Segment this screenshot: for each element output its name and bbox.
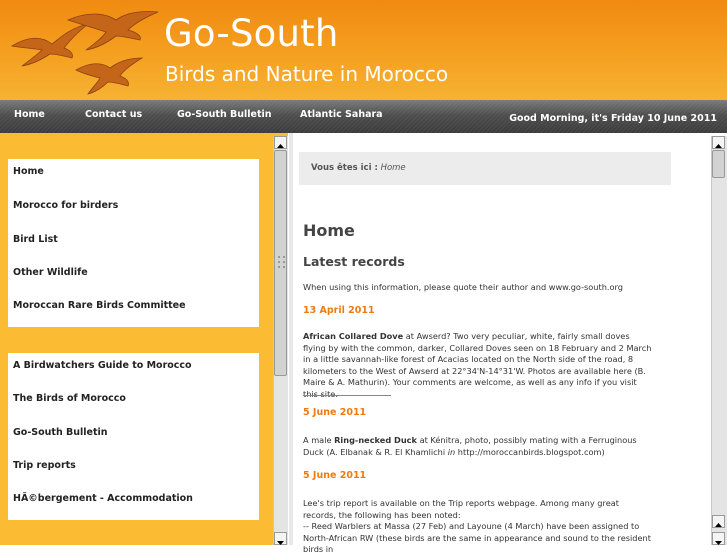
intro-text: When using this information, please quot… xyxy=(303,282,623,292)
sidebar-item-morocco-for-birders[interactable]: Morocco for birders xyxy=(13,200,118,211)
record-text: A male Ring-necked Duck at Kénitra, phot… xyxy=(303,435,653,458)
breadcrumb-label: Vous êtes ici : xyxy=(311,163,378,173)
sidebar-item-birds-of-morocco[interactable]: The Birds of Morocco xyxy=(13,393,126,404)
nav-contact-link[interactable]: Contact us xyxy=(85,109,142,120)
flying-birds-logo[interactable] xyxy=(8,6,178,96)
breadcrumb: Vous êtes ici : Home xyxy=(311,163,406,173)
breadcrumb-current-page[interactable]: Home xyxy=(381,163,406,173)
sidebar-frame: Home Morocco for birders Bird List Other… xyxy=(0,133,288,545)
nav-atlantic-sahara-link[interactable]: Atlantic Sahara xyxy=(300,109,383,120)
scroll-up-button[interactable] xyxy=(712,136,725,149)
scroll-down-button[interactable] xyxy=(274,532,287,545)
nav-home-link[interactable]: Home xyxy=(14,109,45,120)
record-date: 5 June 2011 xyxy=(303,470,367,481)
grip-icon xyxy=(278,256,285,268)
sidebar-item-trip-reports[interactable]: Trip reports xyxy=(13,460,76,471)
main-nav-bar: Home Contact us Go-South Bulletin Atlant… xyxy=(0,100,727,133)
sidebar-item-rare-birds-committee[interactable]: Moroccan Rare Birds Committee xyxy=(13,300,186,311)
record-link[interactable]: http://moroccanbirds.blogspot.com) xyxy=(455,447,605,457)
record-text: African Collared Dove at Awserd? Two ver… xyxy=(303,331,653,401)
sidebar-item-bird-list[interactable]: Bird List xyxy=(13,234,58,245)
divider xyxy=(303,395,391,396)
arrow-up-icon xyxy=(715,523,722,527)
scroll-up-button[interactable] xyxy=(712,515,725,528)
arrow-down-icon xyxy=(277,541,284,545)
species-name: African Collared Dove xyxy=(303,331,404,341)
site-header: Go-South Birds and Nature in Morocco xyxy=(0,0,727,100)
record-body-prefix: A male xyxy=(303,435,335,445)
sidebar-item-accommodation[interactable]: HÃ©bergement - Accommodation xyxy=(13,493,193,504)
secondary-menu: A Birdwatchers Guide to Morocco The Bird… xyxy=(8,353,259,520)
content-frame: Vous êtes ici : Home Home Latest records… xyxy=(289,133,727,554)
record-date: 5 June 2011 xyxy=(303,407,367,418)
content-scrollbar[interactable] xyxy=(711,136,727,545)
record-text: Lee's trip report is available on the Tr… xyxy=(303,498,653,556)
species-name: Ring-necked Duck xyxy=(334,435,417,445)
record-paragraph: -- Reed Warblers at Massa (27 Feb) and L… xyxy=(303,521,651,555)
scroll-thumb[interactable] xyxy=(712,150,725,178)
sidebar-item-home[interactable]: Home xyxy=(13,166,44,177)
record-body: at Awserd? Two very peculiar, white, fai… xyxy=(303,331,652,399)
sidebar-scrollbar[interactable] xyxy=(273,136,288,545)
site-title[interactable]: Go-South xyxy=(164,12,338,56)
nav-bulletin-link[interactable]: Go-South Bulletin xyxy=(177,109,272,120)
sidebar-item-go-south-bulletin[interactable]: Go-South Bulletin xyxy=(13,427,108,438)
scroll-down-button[interactable] xyxy=(712,532,725,545)
site-subtitle: Birds and Nature in Morocco xyxy=(165,62,449,86)
record-paragraph: Lee's trip report is available on the Tr… xyxy=(303,498,619,520)
page-title: Home xyxy=(303,221,355,240)
arrow-down-icon xyxy=(715,541,722,545)
section-heading: Latest records xyxy=(303,254,405,269)
sidebar-item-other-wildlife[interactable]: Other Wildlife xyxy=(13,267,88,278)
scroll-up-button[interactable] xyxy=(274,136,287,149)
record-date: 13 April 2011 xyxy=(303,305,375,316)
primary-menu: Home Morocco for birders Bird List Other… xyxy=(8,159,259,327)
date-greeting: Good Morning, it's Friday 10 June 2011 xyxy=(509,113,717,124)
scroll-thumb[interactable] xyxy=(274,150,287,376)
frame-divider xyxy=(289,133,293,545)
breadcrumb-bar: Vous êtes ici : Home xyxy=(299,152,671,185)
sidebar-item-birdwatchers-guide[interactable]: A Birdwatchers Guide to Morocco xyxy=(13,360,192,371)
